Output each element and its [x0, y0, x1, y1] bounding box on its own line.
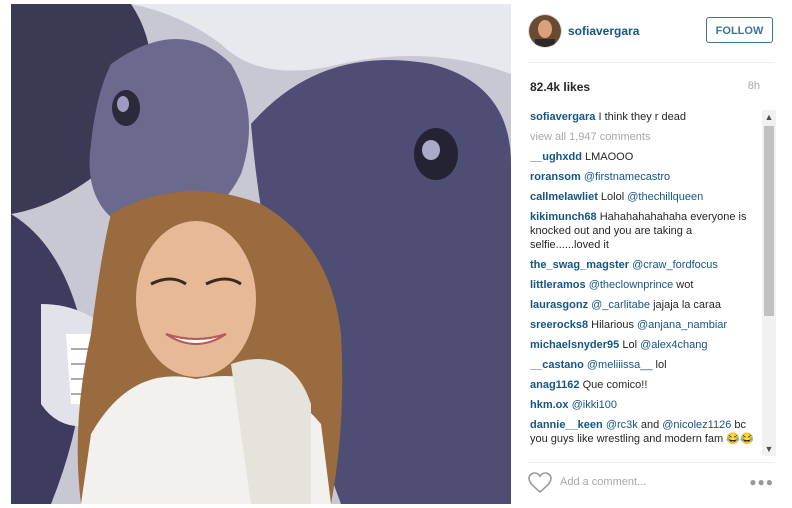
comment-text: Lolol: [597, 191, 628, 203]
ellipsis-icon[interactable]: ●●●: [749, 475, 774, 489]
comment-text: Que comico!!: [579, 379, 648, 391]
comment-mention[interactable]: @alex4chang: [640, 339, 707, 351]
comments-list[interactable]: sofiavergara I think they r dead view al…: [530, 110, 762, 456]
view-all-comments-link[interactable]: view all 1,947 comments: [530, 130, 762, 144]
comment-user[interactable]: sreerocks8: [530, 319, 588, 331]
comment-text: Hilarious: [588, 319, 638, 331]
comment-mention[interactable]: @craw_fordfocus: [632, 259, 718, 271]
caption-user[interactable]: sofiavergara: [530, 111, 595, 123]
comment-user[interactable]: michaelsnyder95: [530, 339, 619, 351]
comment-text: LMAOOO: [581, 151, 634, 163]
comment-user[interactable]: callmelawliet: [530, 191, 598, 203]
add-comment-input[interactable]: Add a comment...: [560, 476, 646, 488]
scroll-up-icon[interactable]: ▲: [762, 110, 776, 124]
add-comment-bar: Add a comment... ●●●: [528, 464, 774, 500]
caption-text: I think they r dead: [595, 111, 686, 123]
avatar[interactable]: [528, 14, 562, 48]
comment-user[interactable]: hkm.ox: [530, 399, 569, 411]
comment-text: Lol: [619, 339, 641, 351]
comment-mention[interactable]: @_carlitabe: [591, 299, 650, 311]
header-divider: [528, 62, 774, 63]
comment-item: callmelawliet Lolol @thechillqueen: [530, 190, 762, 204]
comment-mention[interactable]: @nicolez1126: [662, 419, 731, 431]
comment-text-after: wot: [673, 279, 694, 291]
scroll-thumb[interactable]: [764, 126, 774, 316]
post-time: 8h: [747, 80, 760, 92]
comments-scrollbar[interactable]: ▲ ▼: [762, 110, 776, 456]
comment-item: the_swag_magster @craw_fordfocus: [530, 258, 762, 272]
comment-mention[interactable]: @anjana_nambiar: [637, 319, 727, 331]
comment-user[interactable]: roransom: [530, 171, 581, 183]
comment-item: sreerocks8 Hilarious @anjana_nambiar: [530, 318, 762, 332]
comment-item: __castano @meliiissa__ lol: [530, 358, 762, 372]
likes-count[interactable]: 82.4k likes: [530, 80, 590, 94]
caption: sofiavergara I think they r dead: [530, 110, 762, 124]
comment-text-after: jajaja la caraa: [650, 299, 721, 311]
follow-button[interactable]: FOLLOW: [706, 17, 773, 43]
scroll-down-icon[interactable]: ▼: [762, 442, 776, 456]
comment-user[interactable]: the_swag_magster: [530, 259, 629, 271]
comment-user[interactable]: laurasgonz: [530, 299, 588, 311]
comment-item: __ughxdd LMAOOO: [530, 150, 762, 164]
comment-item: littleramos @theclownprince wot: [530, 278, 762, 292]
comment-mention[interactable]: @meliiissa__: [587, 359, 653, 371]
comment-mention[interactable]: @ikki100: [572, 399, 617, 411]
comment-user[interactable]: dannie__keen: [530, 419, 603, 431]
comment-mention[interactable]: @firstnamecastro: [584, 171, 670, 183]
comment-user[interactable]: anag1162: [530, 379, 580, 391]
comment-item: roransom @firstnamecastro: [530, 170, 762, 184]
comment-item: michaelsnyder95 Lol @alex4chang: [530, 338, 762, 352]
comment-item: hkm.ox @ikki100: [530, 398, 762, 412]
comment-user[interactable]: littleramos: [530, 279, 586, 291]
comment-item: laurasgonz @_carlitabe jajaja la caraa: [530, 298, 762, 312]
username-link[interactable]: sofiavergara: [568, 24, 639, 38]
footer-divider: [528, 462, 774, 463]
comment-item: dannie__keen @rc3k and @nicolez1126 bc y…: [530, 418, 762, 446]
comment-mention[interactable]: @rc3k: [606, 419, 638, 431]
post-header: sofiavergara FOLLOW: [528, 14, 774, 48]
comment-text-after: lol: [652, 359, 667, 371]
comment-user[interactable]: kikimunch68: [530, 211, 597, 223]
avatar-image: [529, 15, 561, 47]
heart-icon[interactable]: [528, 472, 552, 494]
post-photo[interactable]: [11, 4, 511, 504]
comment-text-after: and: [637, 419, 663, 431]
comment-mention[interactable]: @theclownprince: [589, 279, 674, 291]
comment-items: __ughxdd LMAOOO roransom @firstnamecastro…: [530, 150, 762, 446]
post-sidebar: sofiavergara FOLLOW 82.4k likes 8h sofia…: [512, 0, 792, 508]
comment-user[interactable]: __castano: [530, 359, 584, 371]
cow-selfie-image: [11, 4, 511, 504]
comment-mention[interactable]: @thechillqueen: [627, 191, 703, 203]
comment-item: anag1162 Que comico!!: [530, 378, 762, 392]
comment-item: kikimunch68 Hahahahahahaha everyone is k…: [530, 210, 762, 252]
comment-user[interactable]: __ughxdd: [530, 151, 582, 163]
